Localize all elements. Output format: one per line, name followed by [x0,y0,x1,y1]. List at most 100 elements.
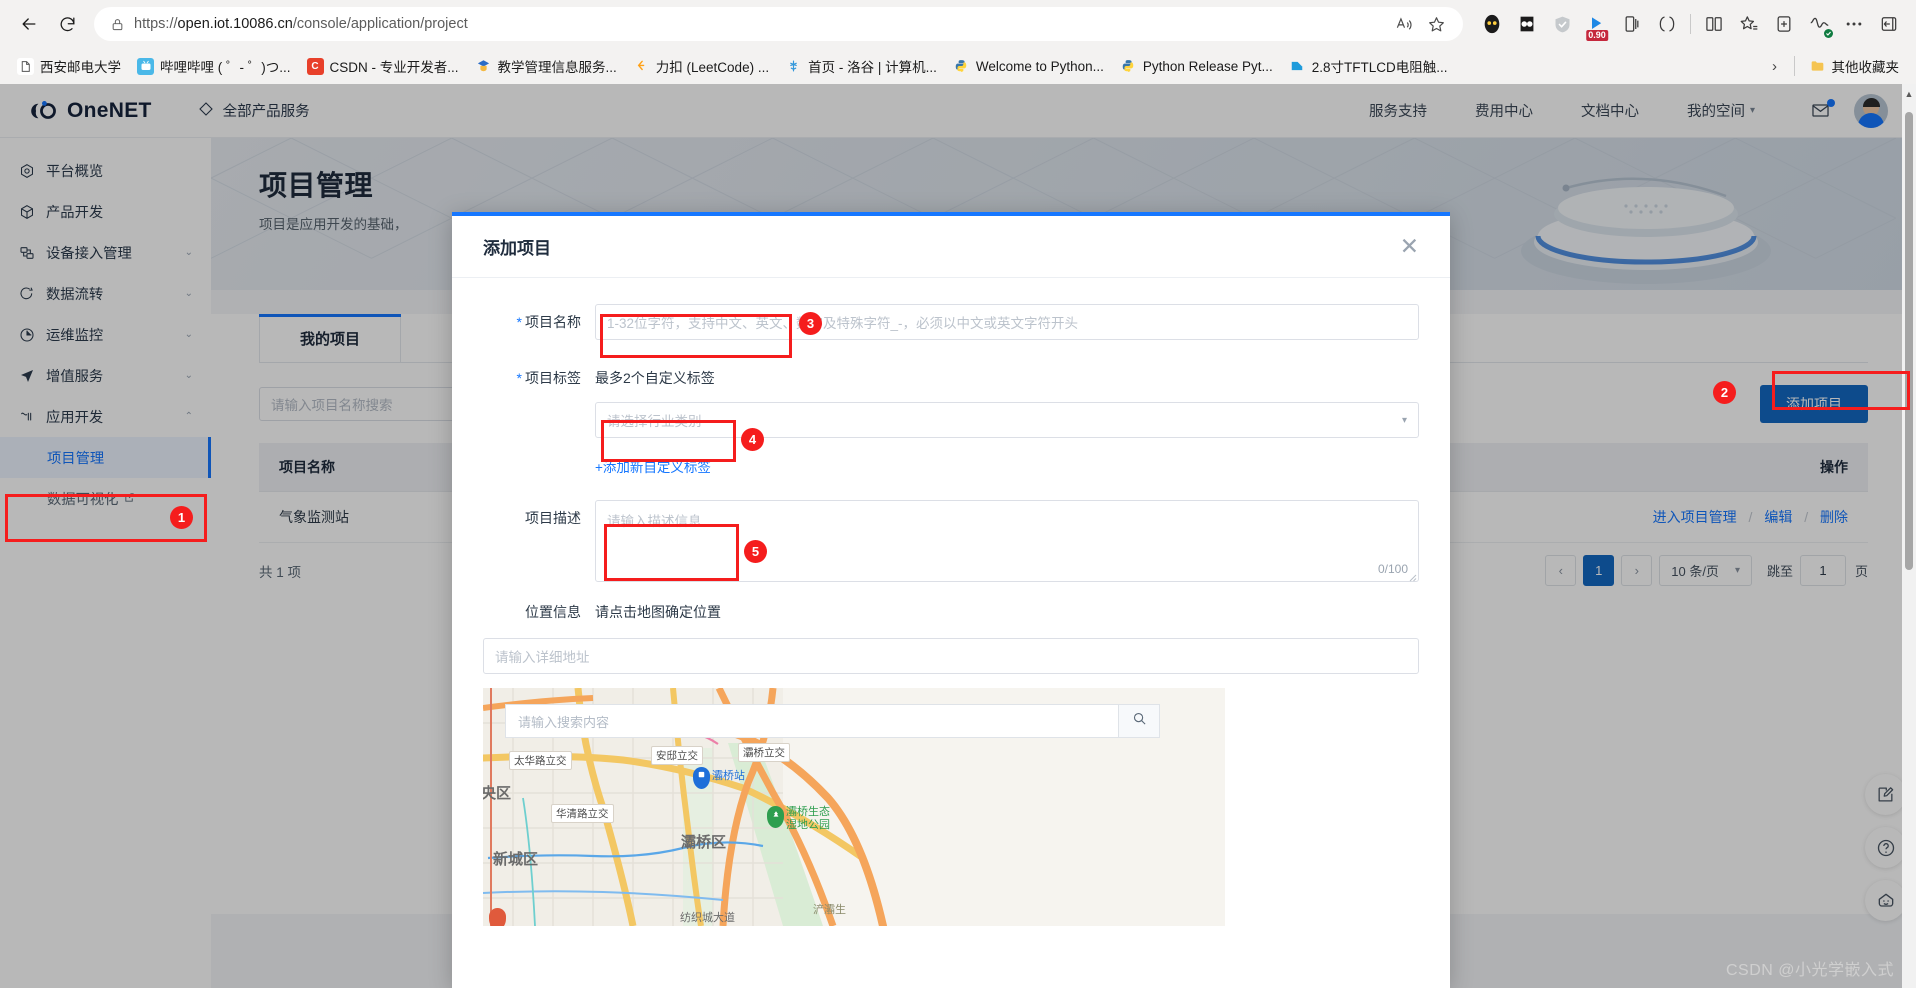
performance-icon[interactable] [1802,7,1836,41]
python-icon [953,58,970,75]
read-aloud-icon[interactable] [1389,9,1419,39]
folder-icon [1809,58,1826,75]
lock-icon [106,17,128,32]
map-search-placeholder: 请输入搜索内容 [518,714,610,730]
dark-reader-extension-icon[interactable] [1510,7,1544,41]
bookmarks-divider [1793,56,1795,76]
map-road-label: 灞桥立交 [738,743,790,762]
project-description-textarea[interactable]: 请输入描述信息 0/100 [595,500,1419,582]
bookmark-label: 西安邮电大学 [40,60,121,75]
speed-extension-icon[interactable]: 0.90 [1580,7,1614,41]
required-asterisk: * [516,314,522,330]
scroll-up-arrow[interactable]: ▲ [1902,86,1916,102]
park-pin[interactable] [767,806,784,828]
browser-essentials-icon[interactable] [1650,7,1684,41]
dialog-title: 添加项目 [483,239,551,258]
map-road-label: 安邸立交 [651,746,703,765]
bookmark-item[interactable]: 西安邮电大学 [10,53,128,79]
location-map[interactable]: 请输入搜索内容 央区 新城区 灞桥区 太华路立交 安邸立交 灞桥立交 华清路立交 [483,688,1225,926]
annotation-number-5: 5 [744,540,767,563]
field-project-description: 项目描述 请输入描述信息 0/100 [483,500,1419,582]
field-project-name: * 项目名称 1-32位字符，支持中文、英文、数字及特殊字符_-，必须以中文或英文… [483,304,1419,340]
dialog-body: * 项目名称 1-32位字符，支持中文、英文、数字及特殊字符_-，必须以中文或英文… [452,278,1450,988]
project-name-input[interactable]: 1-32位字符，支持中文、英文、数字及特殊字符_-，必须以中文或英文字符开头 [595,304,1419,340]
project-desc-label: 项目描述 [525,510,581,526]
shield-extension-icon[interactable] [1545,7,1579,41]
map-district-label: 央区 [483,785,512,802]
sidebar-toggle-icon[interactable] [1872,7,1906,41]
desc-placeholder: 请输入描述信息 [607,514,702,529]
doc-icon [1289,58,1306,75]
map-search-bar: 请输入搜索内容 [505,704,1160,738]
bookmark-label: Welcome to Python... [975,58,1104,74]
speed-badge: 0.90 [1586,30,1608,41]
address-bar[interactable]: https://open.iot.10086.cn/console/applic… [94,7,1463,41]
map-poi-label: 灞桥站 [712,770,745,782]
infinity-extension-icon[interactable] [1475,7,1509,41]
bookmark-label: 教学管理信息服务... [497,60,617,75]
bilibili-icon [137,57,154,75]
annotation-number-4: 4 [741,428,764,451]
field-location-info: 位置信息 请点击地图确定位置 [483,602,1419,622]
favorites-icon[interactable] [1732,7,1766,41]
resize-grip-icon[interactable] [1407,570,1417,582]
other-favorites-folder[interactable]: 其他收藏夹 [1802,53,1907,79]
bookmark-label: 首页 - 洛谷 | 计算机... [808,60,937,75]
project-name-label: * 项目名称 [516,314,581,330]
back-arrow-icon[interactable] [10,7,48,41]
map-road-label: 华清路立交 [551,804,614,823]
settings-more-icon[interactable] [1837,7,1871,41]
bookmark-item[interactable]: 力扣 (LeetCode) ... [626,53,776,79]
bookmarks-overflow-icon[interactable]: › [1763,58,1787,75]
tag-hint-text: 最多2个自定义标签 [595,370,715,386]
map-edge-label: 浐灞生 [813,904,846,916]
desc-char-counter: 0/100 [1377,562,1408,576]
map-search-input[interactable]: 请输入搜索内容 [505,704,1118,738]
omnibox-icons [1389,9,1451,39]
detail-address-input[interactable]: 请输入详细地址 [483,638,1419,674]
python-icon [1120,58,1137,75]
bookmark-item[interactable]: Python Release Pyt... [1113,55,1280,78]
reload-icon[interactable] [48,7,86,41]
bookmark-item[interactable]: 教学管理信息服务... [468,53,624,79]
page-scrollbar[interactable]: ▲ [1902,84,1916,988]
split-screen-icon[interactable] [1697,7,1731,41]
dialog-header: 添加项目 ✕ [452,216,1450,278]
project-name-placeholder: 1-32位字符，支持中文、英文、数字及特殊字符_-，必须以中文或英文字符开头 [607,316,1079,331]
luogu-icon [785,58,802,75]
bookmark-item[interactable]: Welcome to Python... [946,55,1111,78]
field-project-tag-hint: * 项目标签 最多2个自定义标签 [483,360,1419,396]
school-icon [475,58,492,75]
extension-icons: 0.90 [1471,7,1906,41]
other-favorites-label: 其他收藏夹 [1831,60,1900,75]
add-project-dialog: 添加项目 ✕ * 项目名称 1-32位字符，支持中文、英文、数字及特殊字符_-，必… [452,212,1450,988]
field-add-tag: +添加新自定义标签 [483,444,1419,480]
location-hint: 请点击地图确定位置 [595,604,721,620]
industry-category-select[interactable]: 请选择行业类别 ▾ [595,402,1419,438]
annotation-number-3: 3 [799,312,822,335]
collections-icon[interactable] [1615,7,1649,41]
watermark: CSDN @小光学嵌入式 [1725,962,1894,979]
address-placeholder: 请输入详细地址 [495,650,590,665]
leetcode-icon [633,58,650,75]
landmark-pin[interactable] [489,908,506,926]
add-custom-tag-link[interactable]: +添加新自定义标签 [595,456,711,476]
map-poi-label: 灞桥生态 湿地公园 [786,806,830,831]
bookmark-item[interactable]: 首页 - 洛谷 | 计算机... [778,53,944,79]
bookmark-item[interactable]: C CSDN - 专业开发者... [300,53,466,79]
train-station-pin[interactable] [693,767,710,789]
bookmarks-bar: 西安邮电大学 哔哩哔哩 ( ゜- ゜)つ... C CSDN - 专业开发者..… [0,48,1916,84]
map-search-button[interactable] [1118,704,1160,738]
project-tag-label: * 项目标签 [516,370,581,386]
bookmark-label: 力扣 (LeetCode) ... [655,60,770,75]
star-icon[interactable] [1421,9,1451,39]
scrollbar-thumb[interactable] [1905,112,1913,570]
url-text: https://open.iot.10086.cn/console/applic… [134,16,468,32]
bookmark-item[interactable]: 哔哩哔哩 ( ゜- ゜)つ... [130,53,298,79]
map-district-label: 新城区 [493,851,539,868]
csdn-icon: C [306,57,324,75]
close-icon[interactable]: ✕ [1400,235,1419,258]
bookmark-label: Python Release Pyt... [1142,58,1273,74]
bookmark-item[interactable]: 2.8寸TFTLCD电阻触... [1282,53,1455,79]
add-profile-icon[interactable] [1767,7,1801,41]
